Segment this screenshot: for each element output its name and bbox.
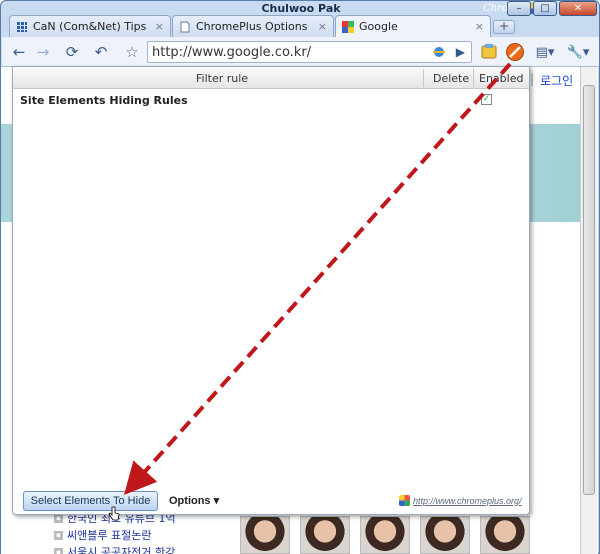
element-hiding-popup: Filter rule Delete Enabled Site Elements… [12, 66, 530, 515]
minimize-button[interactable]: – [507, 1, 531, 16]
reload-button[interactable]: ⟳ [62, 43, 82, 61]
thumbnail-photo[interactable] [300, 516, 350, 554]
tools-menu-button[interactable]: 🔧▾ [564, 43, 592, 61]
page-icon [180, 21, 190, 32]
tab-chromeplus-options[interactable]: ChromePlus Options P... × [172, 15, 334, 37]
extension-icon[interactable] [480, 43, 498, 61]
select-elements-button[interactable]: Select Elements To Hide [23, 491, 158, 511]
tab-strip: CaN (Com&Net) Tips × ChromePlus Options … [9, 15, 589, 37]
maximize-button[interactable]: □ [533, 1, 557, 16]
thumbnail-photo[interactable] [480, 516, 530, 554]
options-button[interactable]: Options ▾ [169, 494, 219, 507]
thumbnail-photo[interactable] [360, 516, 410, 554]
grid-icon [17, 21, 27, 32]
column-delete[interactable]: Delete [433, 72, 469, 85]
login-link[interactable]: 로그인 [540, 72, 573, 89]
new-tab-button[interactable]: + [493, 20, 515, 34]
column-enabled[interactable]: Enabled [479, 72, 523, 85]
toolbar: ← → ⟳ ↶ ☆ ▶ ▤▾ 🔧▾ [2, 37, 599, 67]
section-title: Site Elements Hiding Rules [20, 94, 188, 107]
list-item[interactable]: ▪ 서울시 공공자전거 한강 [54, 544, 176, 554]
title-bar: Chulwoo Pak ChromePlus – □ ✕ [1, 1, 600, 16]
close-button[interactable]: ✕ [559, 1, 597, 16]
tab-close-icon[interactable]: × [318, 20, 327, 33]
forward-button[interactable]: → [34, 43, 52, 61]
address-bar: ▶ [147, 41, 472, 63]
tab-close-icon[interactable]: × [475, 20, 484, 33]
enabled-checkbox[interactable]: ✓ [481, 94, 492, 105]
hand-cursor-icon [108, 506, 120, 521]
tab-close-icon[interactable]: × [155, 20, 164, 33]
page-menu-button[interactable]: ▤▾ [532, 43, 558, 61]
column-filter-rule[interactable]: Filter rule [196, 72, 248, 85]
back-button[interactable]: ← [10, 43, 28, 61]
credit-link[interactable]: http://www.chromeplus.org/ [399, 495, 522, 506]
scrollbar-thumb[interactable] [583, 85, 595, 495]
url-input[interactable] [152, 43, 414, 61]
tab-label: Google [359, 20, 398, 33]
thumbnail-photo[interactable] [240, 516, 290, 554]
top-links: | 로그인 [530, 72, 574, 89]
chromeplus-logo-icon [399, 495, 410, 506]
go-icon[interactable]: ▶ [456, 45, 465, 59]
list-item[interactable]: ▪ 씨앤블루 표절논란 [54, 527, 176, 544]
page-scrollbar[interactable] [580, 67, 597, 554]
photo-strip [240, 516, 530, 554]
tab-label: CaN (Com&Net) Tips [33, 20, 147, 33]
tab-google[interactable]: Google × [335, 15, 491, 37]
undo-close-tab-button[interactable]: ↶ [90, 43, 112, 61]
google-icon [342, 20, 354, 33]
tab-can-tips[interactable]: CaN (Com&Net) Tips × [9, 15, 171, 37]
block-icon[interactable] [505, 42, 525, 62]
thumbnail-photo[interactable] [420, 516, 470, 554]
rules-table-header: Filter rule Delete Enabled [13, 67, 529, 89]
bookmark-star-button[interactable]: ☆ [122, 43, 142, 61]
tab-label: ChromePlus Options P... [196, 20, 312, 33]
ie-tab-icon[interactable] [431, 45, 447, 59]
